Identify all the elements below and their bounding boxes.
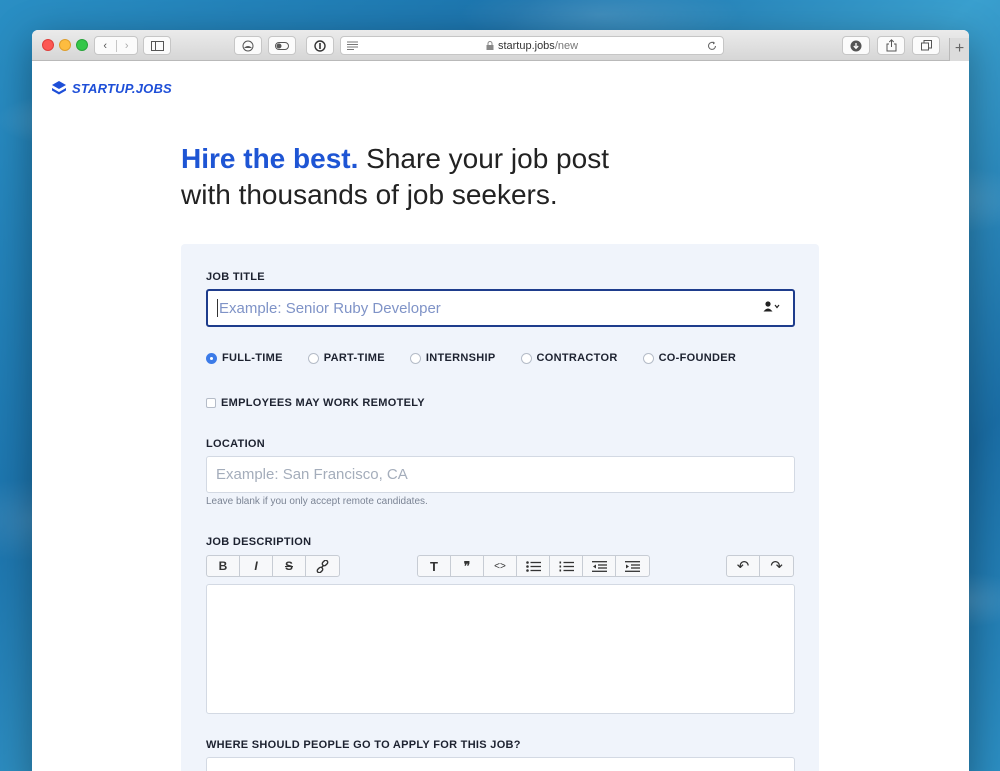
- redo-button[interactable]: ↷: [760, 556, 793, 576]
- heading-button[interactable]: T: [418, 556, 451, 576]
- indent-icon: [625, 560, 640, 572]
- extension-button-2[interactable]: [268, 36, 296, 55]
- location-input[interactable]: Example: San Francisco, CA: [206, 456, 795, 493]
- radio-full-time[interactable]: FULL-TIME: [206, 352, 283, 364]
- radio-indicator[interactable]: [520, 352, 532, 364]
- job-form-panel: JOB TITLE Example: Senior Ruby Developer…: [181, 244, 819, 771]
- job-title-placeholder: Example: Senior Ruby Developer: [219, 299, 441, 317]
- format-toolbar-group-2: T ❞ <>: [417, 555, 650, 577]
- browser-window: ‹ › startup.jobs/new + STARTUP.JOBS Hire…: [32, 30, 969, 771]
- text-caret: [217, 299, 218, 317]
- italic-icon: I: [254, 559, 258, 573]
- location-placeholder: Example: San Francisco, CA: [216, 466, 408, 483]
- link-button[interactable]: [306, 556, 339, 576]
- radio-indicator[interactable]: [409, 352, 421, 364]
- redo-icon: ↷: [770, 558, 783, 575]
- password-icon: [314, 39, 326, 52]
- radio-part-time[interactable]: PART-TIME: [307, 352, 385, 364]
- headline-accent: Hire the best.: [181, 143, 359, 174]
- page-headline: Hire the best. Share your job post with …: [181, 141, 741, 213]
- remote-checkbox-row[interactable]: EMPLOYEES MAY WORK REMOTELY: [206, 397, 425, 409]
- job-description-editor[interactable]: [206, 584, 795, 714]
- zoom-window-button[interactable]: [76, 39, 88, 51]
- password-manager-button[interactable]: [306, 36, 334, 55]
- downloads-button[interactable]: [842, 36, 870, 55]
- undo-button[interactable]: ↶: [727, 556, 760, 576]
- minimize-window-button[interactable]: [59, 39, 71, 51]
- sidebar-toggle-button[interactable]: [143, 36, 171, 55]
- sidebar-icon: [150, 40, 164, 51]
- outdent-icon: [591, 560, 607, 572]
- page-content: STARTUP.JOBS Hire the best. Share your j…: [32, 61, 969, 771]
- bulleted-list-icon: [525, 560, 541, 572]
- logo-text: STARTUP.JOBS: [72, 80, 172, 96]
- reload-icon[interactable]: [707, 41, 717, 51]
- headline-line1: Share your job post: [358, 143, 609, 174]
- radio-indicator[interactable]: [642, 352, 654, 364]
- undo-icon: ↶: [736, 558, 750, 575]
- autofill-contact-icon[interactable]: [763, 301, 781, 315]
- job-title-label: JOB TITLE: [206, 271, 265, 283]
- share-button[interactable]: [877, 36, 905, 55]
- bold-button[interactable]: B: [207, 556, 240, 576]
- site-logo[interactable]: STARTUP.JOBS: [50, 79, 172, 97]
- code-icon: <>: [494, 560, 506, 572]
- apply-label: WHERE SHOULD PEOPLE GO TO APPLY FOR THIS…: [206, 739, 521, 751]
- job-description-label: JOB DESCRIPTION: [206, 536, 312, 548]
- location-hint: Leave blank if you only accept remote ca…: [206, 496, 428, 507]
- address-bar[interactable]: startup.jobs/new: [340, 36, 724, 55]
- format-toolbar-group-3: ↶ ↷: [726, 555, 794, 577]
- toggle-icon: [275, 41, 289, 50]
- forward-icon[interactable]: ›: [117, 40, 138, 52]
- italic-button[interactable]: I: [240, 556, 273, 576]
- strikethrough-button[interactable]: S: [273, 556, 306, 576]
- close-window-button[interactable]: [42, 39, 54, 51]
- location-label: LOCATION: [206, 438, 266, 450]
- url-host: startup.jobs: [497, 39, 555, 52]
- format-toolbar-group-1: B I S: [206, 555, 340, 577]
- radio-internship[interactable]: INTERNSHIP: [409, 352, 496, 364]
- nav-buttons: ‹ ›: [94, 36, 138, 55]
- browser-toolbar: ‹ › startup.jobs/new +: [32, 30, 969, 61]
- indent-button[interactable]: [616, 556, 649, 576]
- extension-icon: [242, 40, 254, 51]
- remote-checkbox[interactable]: [206, 398, 216, 408]
- tabs-overview-button[interactable]: [912, 36, 940, 55]
- quote-icon: ❞: [463, 559, 471, 573]
- heading-icon: T: [430, 558, 438, 574]
- new-tab-button[interactable]: +: [949, 38, 969, 61]
- stack-logo-icon: [52, 81, 66, 95]
- share-icon: [886, 39, 896, 52]
- numbered-list-button[interactable]: [550, 556, 583, 576]
- remote-label: EMPLOYEES MAY WORK REMOTELY: [221, 397, 425, 409]
- url-path: /new: [554, 39, 579, 52]
- download-icon: [850, 40, 862, 51]
- job-type-radio-group: FULL-TIME PART-TIME INTERNSHIP CONTRACTO…: [206, 352, 761, 364]
- bulleted-list-button[interactable]: [517, 556, 550, 576]
- extension-button-1[interactable]: [234, 36, 262, 55]
- quote-button[interactable]: ❞: [451, 556, 484, 576]
- radio-indicator[interactable]: [206, 352, 217, 364]
- reader-icon: [347, 41, 358, 50]
- job-title-input[interactable]: Example: Senior Ruby Developer: [206, 289, 795, 327]
- lock-icon: [486, 41, 494, 50]
- tabs-icon: [920, 40, 932, 51]
- headline-line2: with thousands of job seekers.: [181, 179, 558, 210]
- back-icon[interactable]: ‹: [95, 39, 117, 52]
- radio-contractor[interactable]: CONTRACTOR: [520, 352, 618, 364]
- radio-co-founder[interactable]: CO-FOUNDER: [642, 352, 737, 364]
- link-icon: [316, 559, 329, 573]
- strikethrough-icon: S: [284, 559, 293, 573]
- radio-indicator[interactable]: [307, 352, 319, 364]
- apply-url-input[interactable]: [206, 757, 795, 771]
- outdent-button[interactable]: [583, 556, 616, 576]
- code-button[interactable]: <>: [484, 556, 517, 576]
- bold-icon: B: [218, 559, 228, 573]
- numbered-list-icon: [559, 561, 574, 571]
